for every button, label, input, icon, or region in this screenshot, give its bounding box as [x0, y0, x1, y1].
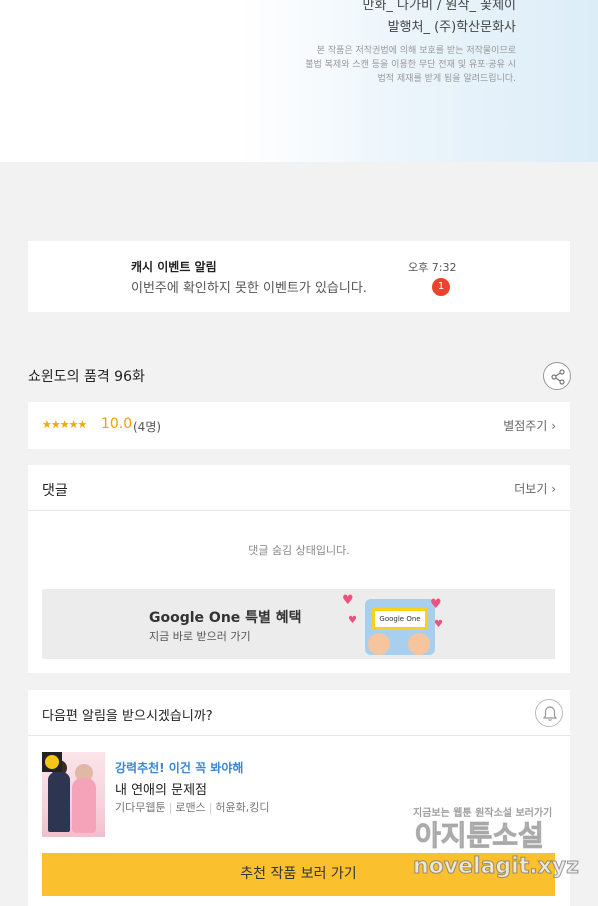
share-icon: [551, 369, 565, 385]
watermark-logo: 아지툰소설: [415, 819, 545, 853]
comments-section: 댓글 더보기 › 댓글 숨김 상태입니다. Google One 특별 혜택 지…: [28, 465, 570, 673]
ad-subtitle: 지금 바로 받으러 가기: [149, 630, 251, 643]
share-button[interactable]: [543, 362, 571, 390]
recommend-tag: 강력추천! 이건 꼭 봐야해: [115, 761, 244, 775]
copyright-notice-line: 불법 복제와 스캔 등을 이용한 무단 전재 및 유포·공유 시: [305, 60, 516, 70]
rate-button-label: 별점주기: [503, 419, 548, 433]
hand-illustration: [408, 633, 430, 655]
copyright-notice-line: 본 작품은 저작권법에 의해 보호를 받는 저작물이므로: [316, 46, 516, 56]
episode-end-header: 만화_ 나가비 / 원작_ 꽃제이 발행처_ (주)학산문화사 본 작품은 저작…: [0, 0, 598, 162]
rating-bar: ★★★★★ 10.0 (4명) 별점주기 ›: [28, 402, 570, 449]
comments-header: 댓글: [42, 483, 68, 499]
notification-badge: 1: [432, 278, 450, 296]
rating-score: 10.0: [101, 416, 133, 432]
rating-stars: ★★★★★: [42, 418, 87, 431]
author-credits: 만화_ 나가비 / 원작_ 꽃제이: [362, 0, 516, 13]
heart-icon: ♥: [434, 619, 443, 630]
notification-body: 이번주에 확인하지 못한 이벤트가 있습니다.: [131, 281, 367, 296]
episode-title: 쇼윈도의 품격 96화: [28, 369, 145, 385]
character-illustration: [48, 772, 70, 832]
next-episode-alert-question: 다음편 알림을 받으시겠습니까?: [42, 709, 213, 724]
event-notification[interactable]: 캐시 이벤트 알림 이번주에 확인하지 못한 이벤트가 있습니다. 오후 7:3…: [28, 241, 570, 312]
publisher-credit: 발행처_ (주)학산문화사: [387, 20, 516, 35]
recommended-work-thumbnail[interactable]: [42, 752, 105, 837]
google-one-ad-banner[interactable]: Google One 특별 혜택 지금 바로 받으러 가기 Google One…: [42, 589, 555, 659]
heart-icon: ♥: [348, 615, 357, 626]
ad-title: Google One 특별 혜택: [149, 610, 302, 626]
work-genre: 기다무웹툰: [115, 801, 166, 814]
chevron-right-icon: ›: [551, 419, 556, 433]
heart-icon: ♥: [342, 593, 354, 608]
notification-bell-button[interactable]: [535, 699, 563, 727]
notification-time: 오후 7:32: [408, 261, 457, 274]
work-category: 로맨스: [175, 801, 206, 814]
copyright-notice-line: 법적 제재를 받게 됨을 알려드립니다.: [377, 74, 516, 84]
hand-illustration: [368, 633, 390, 655]
google-one-logo: Google One: [372, 608, 428, 630]
comments-hidden-message: 댓글 숨김 상태입니다.: [248, 544, 350, 557]
divider: [28, 735, 570, 736]
notification-title: 캐시 이벤트 알림: [131, 260, 217, 274]
copyright-notice: 본 작품은 저작권법에 의해 보호를 받는 저작물이므로 불법 복제와 스캔 등…: [266, 44, 516, 86]
wait-free-clock-icon: [42, 752, 62, 772]
comments-more-button[interactable]: 더보기 ›: [514, 480, 556, 497]
recommended-work-meta: 기다무웹툰 | 로맨스 | 허윤화,킹디: [115, 801, 270, 814]
divider: [28, 510, 570, 511]
heart-icon: ♥: [430, 597, 442, 612]
comments-more-label: 더보기: [514, 482, 548, 496]
recommended-work-title[interactable]: 내 연애의 문제점: [115, 779, 207, 798]
rate-button[interactable]: 별점주기 ›: [503, 417, 556, 434]
character-illustration: [72, 778, 96, 833]
site-watermark: 지금보는 웹툰 원작소설 보러가기 아지툰소설 novelagit.xyz: [410, 804, 595, 884]
rating-count: (4명): [133, 420, 162, 434]
watermark-url: novelagit.xyz: [413, 854, 580, 880]
chevron-right-icon: ›: [551, 482, 556, 496]
bell-icon: [542, 706, 558, 721]
work-authors: 허윤화,킹디: [215, 801, 270, 814]
